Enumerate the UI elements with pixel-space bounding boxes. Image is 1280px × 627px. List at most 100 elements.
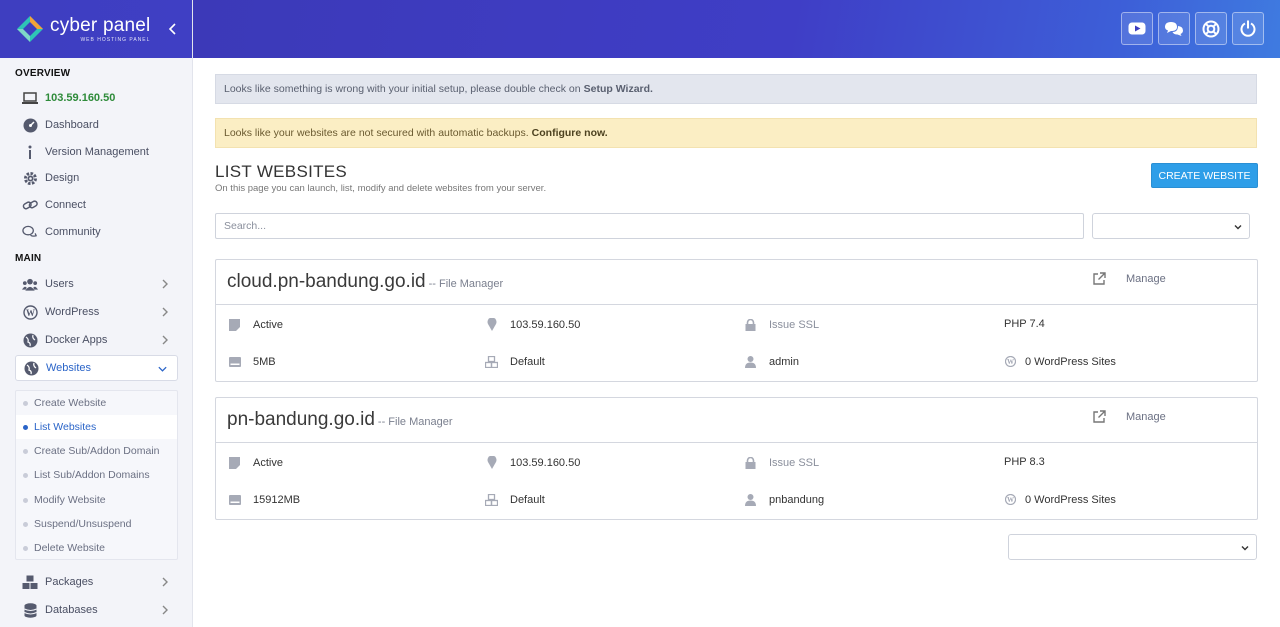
sidebar-item-design[interactable]: Design bbox=[15, 165, 178, 191]
website-package: Default bbox=[485, 355, 545, 368]
website-card-header: cloud.pn-bandung.go.id -- File Manager Ma… bbox=[216, 260, 1257, 305]
website-owner: pnbandung bbox=[744, 493, 824, 506]
sidebar-item-label: Design bbox=[45, 172, 80, 184]
issue-ssl-link[interactable]: Issue SSL bbox=[744, 456, 819, 469]
sidebar-item-label: 103.59.160.50 bbox=[45, 92, 116, 104]
sidebar-item-docker-apps[interactable]: Docker Apps bbox=[15, 327, 178, 353]
file-icon bbox=[228, 456, 241, 469]
submenu-modify-website[interactable]: Modify Website bbox=[16, 488, 177, 512]
manage-link[interactable]: Manage bbox=[1092, 410, 1166, 424]
support-button[interactable] bbox=[1195, 12, 1227, 45]
chevron-right-icon bbox=[162, 335, 168, 345]
sidebar-item-server-ip[interactable]: 103.59.160.50 bbox=[15, 85, 178, 111]
file-manager-link[interactable]: -- File Manager bbox=[429, 278, 504, 290]
backup-warning-alert: Looks like your websites are not secured… bbox=[215, 118, 1257, 148]
cyberpanel-logo-icon bbox=[17, 16, 43, 42]
support-icon bbox=[1202, 20, 1220, 37]
brand-name: cyber panel bbox=[50, 14, 151, 36]
section-title-overview: OVERVIEW bbox=[15, 68, 71, 79]
hard-drive-icon bbox=[228, 493, 241, 506]
chat-icon bbox=[22, 224, 38, 240]
power-icon bbox=[1240, 20, 1256, 37]
website-disk: 15912MB bbox=[228, 493, 300, 506]
youtube-button[interactable] bbox=[1121, 12, 1153, 45]
external-link-icon bbox=[1093, 410, 1106, 423]
sidebar-item-label: Packages bbox=[45, 576, 94, 588]
website-status: Active bbox=[228, 456, 283, 469]
issue-ssl-text: Issue SSL bbox=[769, 318, 820, 331]
configure-backups-link[interactable]: Configure now. bbox=[532, 127, 608, 139]
website-owner: admin bbox=[744, 355, 799, 368]
top-header bbox=[193, 0, 1280, 58]
svg-text:W: W bbox=[1007, 496, 1014, 504]
website-owner-text: admin bbox=[769, 355, 799, 368]
chat-bubbles-icon bbox=[1165, 21, 1183, 36]
brand-text: cyber panel WEB HOSTING PANEL bbox=[50, 14, 151, 43]
sidebar-item-label: Dashboard bbox=[45, 119, 99, 131]
external-link-icon bbox=[1093, 272, 1106, 285]
setup-wizard-link[interactable]: Setup Wizard. bbox=[584, 83, 653, 95]
sidebar-item-connect[interactable]: Connect bbox=[15, 192, 178, 218]
sidebar-item-community[interactable]: Community bbox=[15, 219, 178, 245]
sidebar-item-label: WordPress bbox=[45, 306, 100, 318]
sidebar-item-label: Connect bbox=[45, 199, 86, 211]
user-icon bbox=[744, 493, 757, 506]
logout-button[interactable] bbox=[1232, 12, 1264, 45]
sidebar-item-label: Docker Apps bbox=[45, 334, 108, 346]
svg-text:W: W bbox=[1007, 358, 1014, 366]
sidebar-collapse-icon[interactable] bbox=[166, 21, 180, 37]
map-pin-icon bbox=[485, 318, 498, 331]
submenu-suspend-unsuspend[interactable]: Suspend/Unsuspend bbox=[16, 512, 177, 536]
website-wordpress-count-text: 0 WordPress Sites bbox=[1025, 355, 1116, 368]
sidebar-item-dashboard[interactable]: Dashboard bbox=[15, 112, 178, 138]
file-icon bbox=[228, 318, 241, 331]
wordpress-icon: W bbox=[1004, 355, 1017, 368]
manage-link[interactable]: Manage bbox=[1092, 272, 1166, 286]
submenu-list-websites[interactable]: List Websites bbox=[16, 415, 177, 439]
page-description: On this page you can launch, list, modif… bbox=[215, 183, 547, 194]
brand-bar: cyber panel WEB HOSTING PANEL bbox=[0, 0, 192, 58]
per-page-select[interactable] bbox=[1008, 534, 1257, 560]
search-input[interactable] bbox=[215, 213, 1084, 239]
website-card: pn-bandung.go.id -- File Manager Manage A… bbox=[215, 397, 1258, 520]
create-website-button[interactable]: CREATE WEBSITE bbox=[1151, 163, 1258, 188]
website-php: PHP 8.3 bbox=[1004, 456, 1045, 468]
website-ip: 103.59.160.50 bbox=[485, 318, 580, 331]
issue-ssl-link[interactable]: Issue SSL bbox=[744, 318, 819, 331]
website-disk-text: 15912MB bbox=[253, 493, 301, 506]
map-pin-icon bbox=[485, 456, 498, 469]
cubes-icon bbox=[485, 355, 498, 368]
sidebar-item-websites[interactable]: Websites bbox=[15, 355, 178, 381]
website-status-text: Active bbox=[253, 318, 283, 331]
sidebar-item-databases[interactable]: Databases bbox=[15, 597, 178, 623]
filter-select[interactable] bbox=[1092, 213, 1250, 239]
website-ip: 103.59.160.50 bbox=[485, 456, 580, 469]
submenu-create-subdomain[interactable]: Create Sub/Addon Domain bbox=[16, 439, 177, 463]
sidebar-item-wordpress[interactable]: W WordPress bbox=[15, 299, 178, 325]
website-package-text: Default bbox=[510, 355, 545, 368]
link-icon bbox=[22, 197, 38, 213]
website-card-header: pn-bandung.go.id -- File Manager Manage bbox=[216, 398, 1257, 443]
users-icon bbox=[22, 276, 38, 292]
page-title: LIST WEBSITES bbox=[215, 162, 348, 181]
globe-icon bbox=[23, 360, 39, 376]
website-status: Active bbox=[228, 318, 283, 331]
file-manager-link[interactable]: -- File Manager bbox=[378, 416, 453, 428]
submenu-delete-website[interactable]: Delete Website bbox=[16, 536, 177, 560]
lock-icon bbox=[744, 318, 757, 331]
hard-drive-icon bbox=[228, 355, 241, 368]
sidebar-item-packages[interactable]: Packages bbox=[15, 569, 178, 595]
sidebar-item-users[interactable]: Users bbox=[15, 271, 178, 297]
submenu-list-subdomains[interactable]: List Sub/Addon Domains bbox=[16, 463, 177, 487]
info-icon bbox=[22, 144, 38, 160]
setup-warning-text: Looks like something is wrong with your … bbox=[224, 83, 581, 95]
website-domain[interactable]: cloud.pn-bandung.go.id -- File Manager bbox=[227, 271, 503, 293]
sidebar-item-label: Websites bbox=[46, 362, 92, 374]
sidebar-item-version-management[interactable]: Version Management bbox=[15, 139, 178, 165]
wordpress-icon: W bbox=[22, 304, 38, 320]
website-status-text: Active bbox=[253, 456, 283, 469]
website-ip-text: 103.59.160.50 bbox=[510, 456, 581, 469]
chat-button[interactable] bbox=[1158, 12, 1190, 45]
website-domain[interactable]: pn-bandung.go.id -- File Manager bbox=[227, 409, 453, 431]
submenu-create-website[interactable]: Create Website bbox=[16, 391, 177, 415]
